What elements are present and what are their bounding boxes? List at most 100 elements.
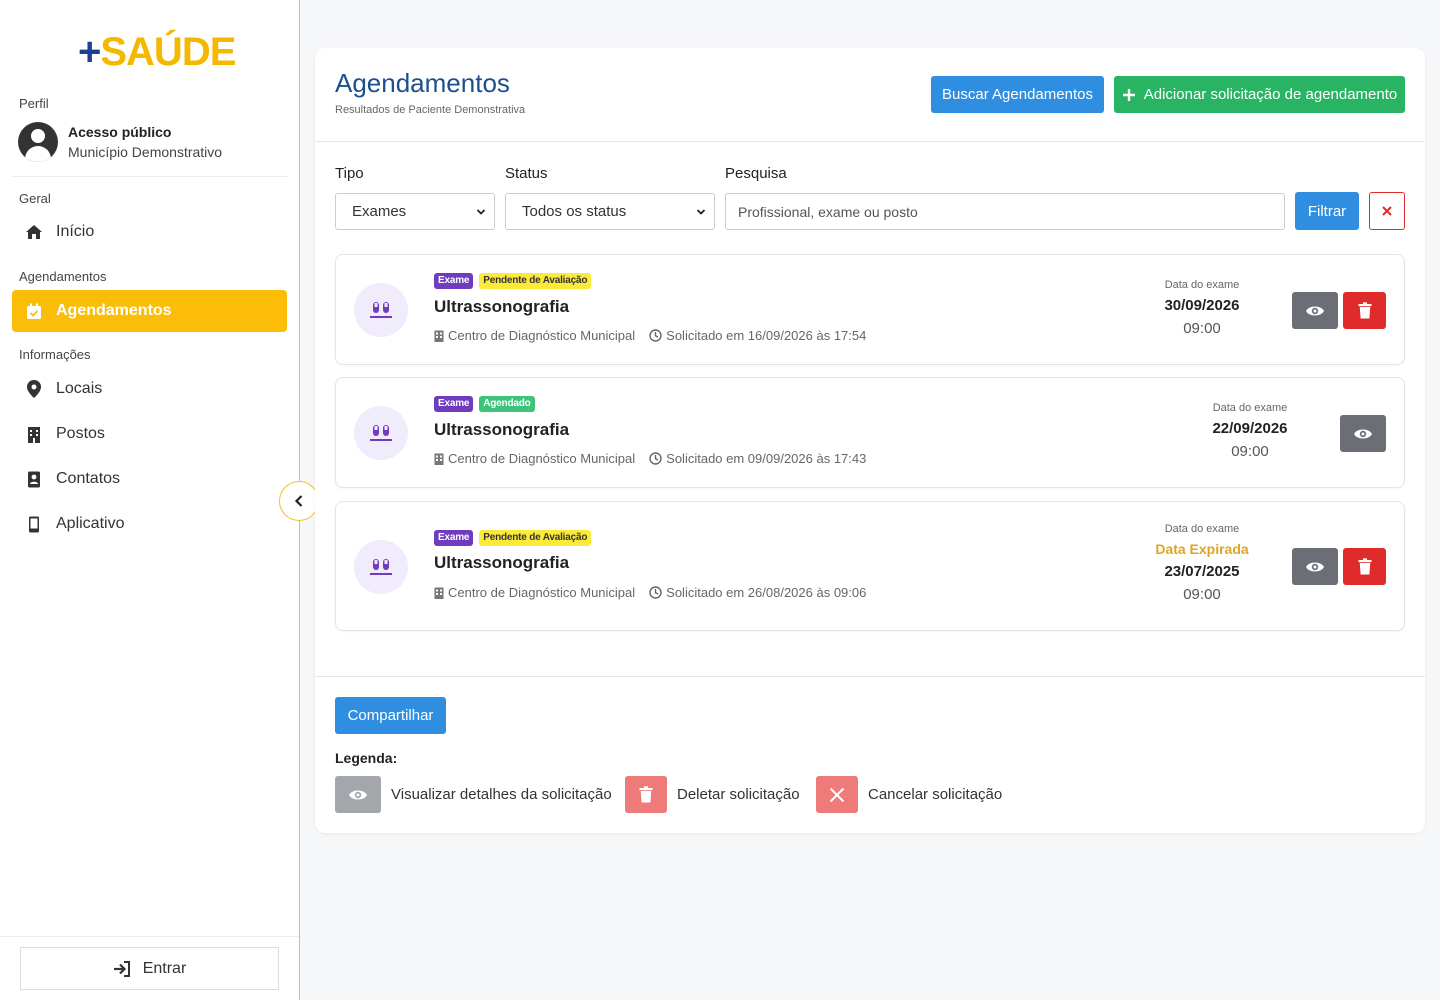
legend-view-label: Visualizar detalhes da solicitação bbox=[391, 786, 612, 803]
legend-item-delete: Deletar solicitação bbox=[625, 776, 800, 813]
section-label-informacoes: Informações bbox=[19, 347, 91, 362]
delete-button[interactable] bbox=[1343, 292, 1386, 329]
chevron-left-icon bbox=[294, 495, 303, 507]
trash-icon bbox=[1358, 558, 1371, 575]
building-icon bbox=[434, 587, 444, 599]
list-item[interactable]: Exame Agendado Ultrassonografia Centro d… bbox=[335, 377, 1405, 488]
exam-date-label: Data do exame bbox=[1164, 279, 1240, 291]
expired-label: Data Expirada bbox=[1155, 541, 1249, 557]
list-item[interactable]: Exame Pendente de Avaliação Ultrassonogr… bbox=[335, 501, 1405, 631]
status-select-value: Todos os status bbox=[522, 203, 627, 220]
sidebar-item-label: Postos bbox=[56, 425, 105, 442]
logo-plus: + bbox=[78, 30, 101, 74]
sidebar-item-inicio[interactable]: Início bbox=[12, 211, 287, 253]
sidebar-item-label: Locais bbox=[56, 380, 103, 397]
test-tubes-icon bbox=[354, 283, 408, 337]
sidebar-item-label: Início bbox=[56, 223, 95, 240]
item-requested: Solicitado em 26/08/2026 às 09:06 bbox=[666, 585, 867, 600]
sidebar-divider bbox=[12, 176, 288, 177]
status-badge: Agendado bbox=[479, 396, 535, 412]
sidebar-footer: Entrar bbox=[0, 936, 299, 1000]
profile-name: Acesso público bbox=[68, 124, 172, 140]
profile[interactable]: Acesso público Município Demonstrativo bbox=[18, 122, 222, 162]
login-button[interactable]: Entrar bbox=[20, 947, 279, 990]
item-location: Centro de Diagnóstico Municipal bbox=[448, 585, 636, 600]
map-pin-icon bbox=[25, 380, 43, 398]
exam-date-value: 22/09/2026 bbox=[1212, 420, 1288, 437]
legend-cancel-label: Cancelar solicitação bbox=[868, 786, 1003, 803]
sidebar-item-locais[interactable]: Locais bbox=[12, 368, 287, 410]
eye-icon bbox=[335, 776, 381, 813]
main-card: Agendamentos Resultados de Paciente Demo… bbox=[315, 48, 1425, 833]
filter-button[interactable]: Filtrar bbox=[1295, 192, 1359, 230]
status-label: Status bbox=[505, 165, 548, 182]
sidebar-item-label: Agendamentos bbox=[56, 302, 172, 319]
sidebar-item-contatos[interactable]: Contatos bbox=[12, 458, 287, 500]
close-icon bbox=[1382, 206, 1392, 216]
status-badge: Pendente de Avaliação bbox=[479, 273, 592, 289]
sign-in-icon bbox=[113, 960, 130, 977]
mobile-icon bbox=[25, 515, 43, 533]
type-badge: Exame bbox=[434, 396, 474, 412]
badges: Exame Pendente de Avaliação bbox=[434, 273, 597, 289]
exam-date: Data do exame 22/09/2026 09:00 bbox=[1180, 402, 1320, 460]
list-item[interactable]: Exame Pendente de Avaliação Ultrassonogr… bbox=[335, 254, 1405, 365]
view-button[interactable] bbox=[1292, 292, 1338, 329]
delete-button[interactable] bbox=[1343, 548, 1386, 585]
sidebar-item-postos[interactable]: Postos bbox=[12, 413, 287, 455]
profile-org: Município Demonstrativo bbox=[68, 144, 223, 160]
view-button[interactable] bbox=[1340, 415, 1386, 452]
sidebar-item-label: Contatos bbox=[56, 470, 121, 487]
tipo-select[interactable]: Exames bbox=[335, 193, 495, 230]
status-badge: Pendente de Avaliação bbox=[479, 530, 592, 546]
item-location: Centro de Diagnóstico Municipal bbox=[448, 328, 636, 343]
legend-item-cancel: Cancelar solicitação bbox=[816, 776, 1002, 813]
legend-title: Legenda: bbox=[335, 750, 398, 766]
exam-date-value: 23/07/2025 bbox=[1164, 563, 1240, 580]
search-label: Pesquisa bbox=[725, 165, 787, 182]
clear-filter-button[interactable] bbox=[1369, 192, 1405, 230]
sidebar-collapse-button[interactable] bbox=[279, 481, 319, 521]
building-icon bbox=[25, 425, 43, 443]
sidebar-item-agendamentos[interactable]: Agendamentos bbox=[12, 290, 287, 332]
building-icon bbox=[434, 330, 444, 342]
exam-date-label: Data do exame bbox=[1164, 523, 1240, 535]
status-select[interactable]: Todos os status bbox=[505, 193, 715, 230]
type-badge: Exame bbox=[434, 273, 474, 289]
contact-book-icon bbox=[25, 470, 43, 488]
item-title: Ultrassonografia bbox=[434, 420, 570, 439]
add-request-button[interactable]: Adicionar solicitação de agendamento bbox=[1114, 76, 1405, 113]
sidebar: +SAÚDE Perfil Acesso público Município D… bbox=[0, 0, 300, 1000]
search-input[interactable]: Profissional, exame ou posto bbox=[725, 193, 1285, 230]
test-tubes-icon bbox=[354, 540, 408, 594]
exam-time-value: 09:00 bbox=[1183, 320, 1221, 337]
add-request-label: Adicionar solicitação de agendamento bbox=[1143, 86, 1398, 103]
profile-section-label: Perfil bbox=[19, 96, 49, 111]
login-label: Entrar bbox=[142, 959, 187, 977]
page-header: Agendamentos Resultados de Paciente Demo… bbox=[315, 48, 1425, 142]
search-placeholder: Profissional, exame ou posto bbox=[738, 203, 918, 220]
section-label-agendamentos: Agendamentos bbox=[19, 269, 107, 284]
legend-delete-label: Deletar solicitação bbox=[677, 786, 800, 803]
tipo-label: Tipo bbox=[335, 165, 364, 182]
footer-divider bbox=[315, 676, 1425, 677]
exam-date: Data do exame Data Expirada 23/07/2025 0… bbox=[1132, 523, 1272, 603]
search-appointments-button[interactable]: Buscar Agendamentos bbox=[931, 76, 1104, 113]
app-logo[interactable]: +SAÚDE bbox=[78, 30, 236, 74]
item-requested: Solicitado em 16/09/2026 às 17:54 bbox=[666, 328, 867, 343]
close-icon bbox=[816, 776, 858, 813]
badges: Exame Agendado bbox=[434, 396, 541, 412]
share-button[interactable]: Compartilhar bbox=[335, 697, 446, 734]
eye-icon bbox=[1306, 306, 1324, 315]
view-button[interactable] bbox=[1292, 548, 1338, 585]
eye-icon bbox=[1354, 429, 1372, 438]
building-icon bbox=[434, 453, 444, 465]
exam-date-value: 30/09/2026 bbox=[1164, 297, 1240, 314]
chevron-down-icon bbox=[696, 209, 706, 215]
sidebar-item-aplicativo[interactable]: Aplicativo bbox=[12, 503, 287, 545]
trash-icon bbox=[1358, 302, 1371, 319]
exam-time-value: 09:00 bbox=[1183, 586, 1221, 603]
clock-icon bbox=[649, 586, 662, 599]
badges: Exame Pendente de Avaliação bbox=[434, 530, 597, 546]
tipo-select-value: Exames bbox=[352, 203, 407, 220]
